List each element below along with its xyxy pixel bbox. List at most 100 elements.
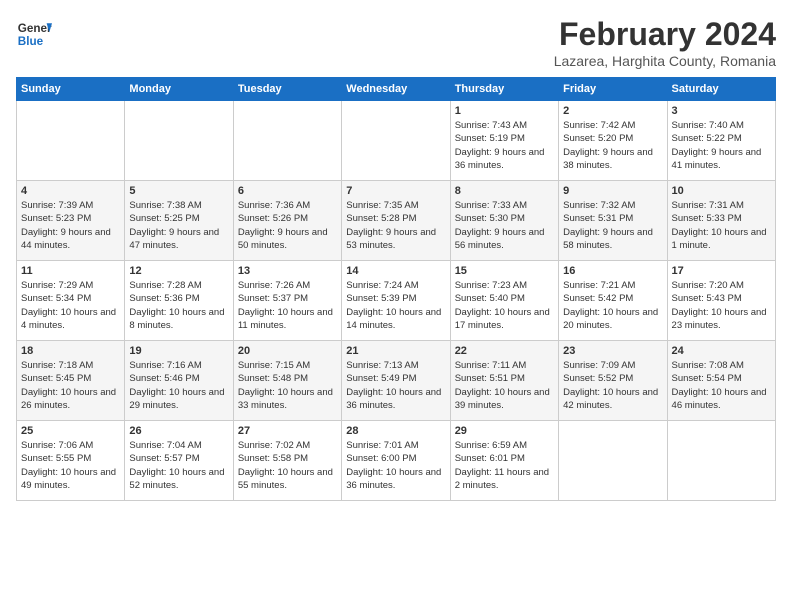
page-header: General Blue February 2024 Lazarea, Harg… (16, 16, 776, 69)
weekday-header-thursday: Thursday (450, 78, 558, 101)
day-number: 16 (563, 265, 662, 277)
day-number: 18 (21, 345, 120, 357)
weekday-header-saturday: Saturday (667, 78, 775, 101)
day-number: 24 (672, 345, 771, 357)
calendar-table: SundayMondayTuesdayWednesdayThursdayFrid… (16, 77, 776, 501)
day-detail: Sunrise: 7:43 AM Sunset: 5:19 PM Dayligh… (455, 119, 554, 172)
day-detail: Sunrise: 7:15 AM Sunset: 5:48 PM Dayligh… (238, 359, 337, 412)
day-detail: Sunrise: 7:24 AM Sunset: 5:39 PM Dayligh… (346, 279, 445, 332)
day-number: 14 (346, 265, 445, 277)
weekday-header-friday: Friday (559, 78, 667, 101)
day-detail: Sunrise: 7:02 AM Sunset: 5:58 PM Dayligh… (238, 439, 337, 492)
calendar-day-cell: 17 Sunrise: 7:20 AM Sunset: 5:43 PM Dayli… (667, 261, 775, 341)
day-detail: Sunrise: 7:39 AM Sunset: 5:23 PM Dayligh… (21, 199, 120, 252)
calendar-day-cell: 12 Sunrise: 7:28 AM Sunset: 5:36 PM Dayli… (125, 261, 233, 341)
day-number: 28 (346, 425, 445, 437)
day-detail: Sunrise: 7:06 AM Sunset: 5:55 PM Dayligh… (21, 439, 120, 492)
day-detail: Sunrise: 7:13 AM Sunset: 5:49 PM Dayligh… (346, 359, 445, 412)
calendar-day-cell (667, 421, 775, 501)
day-detail: Sunrise: 7:40 AM Sunset: 5:22 PM Dayligh… (672, 119, 771, 172)
day-detail: Sunrise: 7:04 AM Sunset: 5:57 PM Dayligh… (129, 439, 228, 492)
svg-text:General: General (18, 22, 52, 35)
day-number: 22 (455, 345, 554, 357)
day-number: 12 (129, 265, 228, 277)
day-number: 8 (455, 185, 554, 197)
calendar-week-row: 18 Sunrise: 7:18 AM Sunset: 5:45 PM Dayli… (17, 341, 776, 421)
day-detail: Sunrise: 7:21 AM Sunset: 5:42 PM Dayligh… (563, 279, 662, 332)
logo-icon: General Blue (16, 16, 52, 52)
day-number: 17 (672, 265, 771, 277)
weekday-header-monday: Monday (125, 78, 233, 101)
calendar-day-cell: 28 Sunrise: 7:01 AM Sunset: 6:00 PM Dayli… (342, 421, 450, 501)
weekday-header-sunday: Sunday (17, 78, 125, 101)
calendar-day-cell: 27 Sunrise: 7:02 AM Sunset: 5:58 PM Dayli… (233, 421, 341, 501)
calendar-week-row: 25Sunrise: 7:06 AM Sunset: 5:55 PM Dayli… (17, 421, 776, 501)
calendar-day-cell: 25Sunrise: 7:06 AM Sunset: 5:55 PM Dayli… (17, 421, 125, 501)
day-detail: Sunrise: 7:11 AM Sunset: 5:51 PM Dayligh… (455, 359, 554, 412)
calendar-day-cell: 14 Sunrise: 7:24 AM Sunset: 5:39 PM Dayli… (342, 261, 450, 341)
day-detail: Sunrise: 7:31 AM Sunset: 5:33 PM Dayligh… (672, 199, 771, 252)
weekday-header-row: SundayMondayTuesdayWednesdayThursdayFrid… (17, 78, 776, 101)
calendar-day-cell: 5Sunrise: 7:38 AM Sunset: 5:25 PM Daylig… (125, 181, 233, 261)
calendar-header: SundayMondayTuesdayWednesdayThursdayFrid… (17, 78, 776, 101)
calendar-week-row: 11 Sunrise: 7:29 AM Sunset: 5:34 PM Dayli… (17, 261, 776, 341)
calendar-day-cell: 29Sunrise: 6:59 AM Sunset: 6:01 PM Dayli… (450, 421, 558, 501)
day-detail: Sunrise: 7:01 AM Sunset: 6:00 PM Dayligh… (346, 439, 445, 492)
day-number: 6 (238, 185, 337, 197)
day-number: 3 (672, 105, 771, 117)
calendar-day-cell (559, 421, 667, 501)
calendar-day-cell: 7 Sunrise: 7:35 AM Sunset: 5:28 PM Daylig… (342, 181, 450, 261)
calendar-day-cell: 13 Sunrise: 7:26 AM Sunset: 5:37 PM Dayli… (233, 261, 341, 341)
day-detail: Sunrise: 7:18 AM Sunset: 5:45 PM Dayligh… (21, 359, 120, 412)
day-detail: Sunrise: 7:32 AM Sunset: 5:31 PM Dayligh… (563, 199, 662, 252)
day-number: 19 (129, 345, 228, 357)
calendar-day-cell: 23 Sunrise: 7:09 AM Sunset: 5:52 PM Dayli… (559, 341, 667, 421)
weekday-header-wednesday: Wednesday (342, 78, 450, 101)
calendar-day-cell: 11 Sunrise: 7:29 AM Sunset: 5:34 PM Dayli… (17, 261, 125, 341)
day-number: 11 (21, 265, 120, 277)
calendar-day-cell: 15Sunrise: 7:23 AM Sunset: 5:40 PM Dayli… (450, 261, 558, 341)
day-detail: Sunrise: 7:26 AM Sunset: 5:37 PM Dayligh… (238, 279, 337, 332)
calendar-day-cell: 10Sunrise: 7:31 AM Sunset: 5:33 PM Dayli… (667, 181, 775, 261)
calendar-day-cell: 18 Sunrise: 7:18 AM Sunset: 5:45 PM Dayli… (17, 341, 125, 421)
calendar-body: 1 Sunrise: 7:43 AM Sunset: 5:19 PM Daylig… (17, 101, 776, 501)
calendar-week-row: 1 Sunrise: 7:43 AM Sunset: 5:19 PM Daylig… (17, 101, 776, 181)
day-number: 27 (238, 425, 337, 437)
calendar-day-cell: 19 Sunrise: 7:16 AM Sunset: 5:46 PM Dayli… (125, 341, 233, 421)
day-detail: Sunrise: 7:08 AM Sunset: 5:54 PM Dayligh… (672, 359, 771, 412)
day-detail: Sunrise: 7:09 AM Sunset: 5:52 PM Dayligh… (563, 359, 662, 412)
calendar-day-cell: 21Sunrise: 7:13 AM Sunset: 5:49 PM Dayli… (342, 341, 450, 421)
day-number: 20 (238, 345, 337, 357)
day-detail: Sunrise: 7:29 AM Sunset: 5:34 PM Dayligh… (21, 279, 120, 332)
day-number: 9 (563, 185, 662, 197)
calendar-day-cell: 2 Sunrise: 7:42 AM Sunset: 5:20 PM Daylig… (559, 101, 667, 181)
day-number: 2 (563, 105, 662, 117)
day-number: 23 (563, 345, 662, 357)
month-title: February 2024 (554, 16, 776, 53)
calendar-day-cell: 1 Sunrise: 7:43 AM Sunset: 5:19 PM Daylig… (450, 101, 558, 181)
title-section: February 2024 Lazarea, Harghita County, … (554, 16, 776, 69)
day-number: 1 (455, 105, 554, 117)
day-detail: Sunrise: 7:28 AM Sunset: 5:36 PM Dayligh… (129, 279, 228, 332)
day-detail: Sunrise: 7:35 AM Sunset: 5:28 PM Dayligh… (346, 199, 445, 252)
day-detail: Sunrise: 7:36 AM Sunset: 5:26 PM Dayligh… (238, 199, 337, 252)
location-title: Lazarea, Harghita County, Romania (554, 53, 776, 69)
day-number: 15 (455, 265, 554, 277)
day-detail: Sunrise: 7:16 AM Sunset: 5:46 PM Dayligh… (129, 359, 228, 412)
calendar-day-cell: 22 Sunrise: 7:11 AM Sunset: 5:51 PM Dayli… (450, 341, 558, 421)
day-detail: Sunrise: 7:42 AM Sunset: 5:20 PM Dayligh… (563, 119, 662, 172)
calendar-day-cell: 3 Sunrise: 7:40 AM Sunset: 5:22 PM Daylig… (667, 101, 775, 181)
day-number: 26 (129, 425, 228, 437)
day-number: 7 (346, 185, 445, 197)
calendar-day-cell (233, 101, 341, 181)
day-detail: Sunrise: 7:20 AM Sunset: 5:43 PM Dayligh… (672, 279, 771, 332)
logo: General Blue (16, 16, 52, 52)
day-detail: Sunrise: 7:38 AM Sunset: 5:25 PM Dayligh… (129, 199, 228, 252)
day-number: 13 (238, 265, 337, 277)
calendar-day-cell (17, 101, 125, 181)
day-detail: Sunrise: 6:59 AM Sunset: 6:01 PM Dayligh… (455, 439, 554, 492)
calendar-day-cell: 9 Sunrise: 7:32 AM Sunset: 5:31 PM Daylig… (559, 181, 667, 261)
calendar-day-cell: 16 Sunrise: 7:21 AM Sunset: 5:42 PM Dayli… (559, 261, 667, 341)
calendar-day-cell: 26 Sunrise: 7:04 AM Sunset: 5:57 PM Dayli… (125, 421, 233, 501)
calendar-day-cell: 20 Sunrise: 7:15 AM Sunset: 5:48 PM Dayli… (233, 341, 341, 421)
